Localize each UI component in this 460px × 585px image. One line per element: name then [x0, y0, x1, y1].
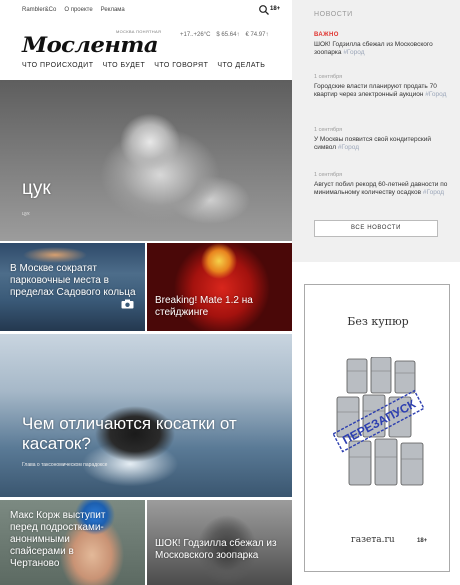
ads-link[interactable]: Реклама [101, 7, 125, 13]
logo-tagline: МОСКВА ПОНЯТНАЯ [116, 29, 162, 34]
nav-item-will-be[interactable]: ЧТО БУДЕТ [102, 62, 145, 69]
card-title: Макс Корж выступит перед подростками-ано… [10, 510, 106, 569]
news-text: ШОК! Годзилла сбежал из Московского зооп… [314, 41, 433, 56]
news-text: Городские власти планируют продать 70 кв… [314, 83, 437, 98]
nav-item-saying[interactable]: ЧТО ГОВОРЯТ [154, 62, 208, 69]
ad-area: Без купюр ПЕРЕЗАПУСК газета.ru 18+ [292, 262, 460, 585]
hero-card-kitten[interactable]: цук цук [0, 80, 292, 241]
camera-icon [121, 299, 134, 309]
usd-rate: $ 65.64↑ [216, 32, 240, 38]
nav-item-doing[interactable]: ЧТО ДЕЛАТЬ [217, 62, 265, 69]
news-date: 1 сентября [314, 172, 343, 178]
news-heading: НОВОСТИ [314, 11, 353, 18]
card-flash[interactable]: Breaking! Mate 1.2 на стейджинге [147, 243, 292, 331]
card-parking[interactable]: В Москве сократят парковочные места в пр… [0, 243, 145, 331]
news-tag[interactable]: #Город [338, 144, 359, 151]
header: Мослента МОСКВА ПОНЯТНАЯ +17..+26°C $ 65… [0, 26, 292, 57]
info-strip: +17..+26°C $ 65.64↑ € 74.97↑ [180, 32, 268, 38]
barrels-illustration: ПЕРЕЗАПУСК [332, 357, 425, 486]
top-bar: Rambler&Co О проекте Реклама 18+ [0, 0, 292, 22]
about-link[interactable]: О проекте [64, 7, 92, 13]
main-nav: ЧТО ПРОИСХОДИТ ЧТО БУДЕТ ЧТО ГОВОРЯТ ЧТО… [22, 62, 274, 69]
hero-title: цук [22, 178, 51, 199]
card-korzh[interactable]: Макс Корж выступит перед подростками-ано… [0, 500, 145, 585]
news-date: 1 сентября [314, 74, 343, 80]
ad-age-rating: 18+ [417, 538, 428, 544]
top-links: Rambler&Co О проекте Реклама [22, 7, 125, 13]
card-title: Чем отличаются косатки от касаток? [22, 414, 237, 453]
important-label: ВАЖНО [314, 32, 339, 38]
main-column: Rambler&Co О проекте Реклама 18+ Мослент… [0, 0, 292, 585]
card-title: В Москве сократят парковочные места в пр… [10, 263, 136, 298]
search-icon[interactable] [258, 4, 270, 16]
card-orca[interactable]: Чем отличаются косатки от касаток? Глава… [0, 334, 292, 497]
card-subtitle: Глава о таксономическом парадоксе [22, 462, 108, 468]
rambler-link[interactable]: Rambler&Co [22, 7, 56, 13]
ad-banner[interactable]: Без купюр ПЕРЕЗАПУСК газета.ru 18+ [304, 284, 450, 572]
card-title: ШОК! Годзилла сбежал из Московского зооп… [155, 538, 277, 561]
news-date: 1 сентября [314, 127, 343, 133]
hero-subtitle: цук [22, 211, 30, 217]
news-item[interactable]: 1 сентября У Москвы появится свой кондит… [314, 126, 449, 152]
news-sidebar: НОВОСТИ ВАЖНО ШОК! Годзилла сбежал из Мо… [292, 0, 460, 585]
news-item[interactable]: 1 сентября Август побил рекорд 60-летней… [314, 171, 449, 197]
weather-temp: +17..+26°C [180, 32, 211, 38]
news-item[interactable]: 1 сентября Городские власти планируют пр… [314, 73, 449, 99]
news-text: У Москвы появится свой кондитерский симв… [314, 136, 431, 151]
news-tag[interactable]: #Город [343, 49, 364, 56]
card-godzilla[interactable]: ШОК! Годзилла сбежал из Московского зооп… [147, 500, 292, 585]
ad-brand: газета.ru [351, 535, 395, 545]
age-rating: 18+ [270, 6, 281, 12]
news-tag[interactable]: #Город [423, 189, 444, 196]
news-item[interactable]: ШОК! Годзилла сбежал из Московского зооп… [314, 41, 449, 57]
ad-title: Без купюр [347, 315, 409, 328]
site-logo[interactable]: Мослента [22, 32, 159, 57]
card-title: Breaking! Mate 1.2 на стейджинге [155, 295, 253, 318]
eur-rate: € 74.97↑ [245, 32, 269, 38]
nav-item-happening[interactable]: ЧТО ПРОИСХОДИТ [22, 62, 93, 69]
all-news-button[interactable]: ВСЕ НОВОСТИ [314, 220, 438, 237]
news-tag[interactable]: #Город [425, 91, 446, 98]
